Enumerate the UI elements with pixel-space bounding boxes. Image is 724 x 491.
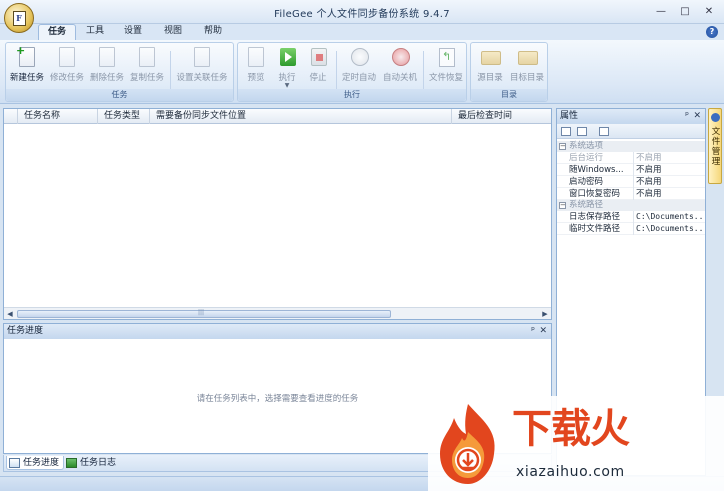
stop-icon	[308, 46, 328, 68]
stop-button[interactable]: 停止	[303, 46, 333, 83]
tab-settings[interactable]: 设置	[116, 24, 150, 40]
restore-icon	[436, 46, 456, 68]
target-dir-button[interactable]: 目标目录	[508, 46, 546, 83]
collapse-icon[interactable]: −	[559, 143, 566, 150]
tab-help[interactable]: 帮助	[196, 24, 230, 40]
pin-icon[interactable]: ᵖ	[685, 109, 689, 124]
column-header-task-type[interactable]: 任务类型	[98, 109, 150, 124]
delete-task-button[interactable]: 删除任务	[88, 46, 126, 83]
task-list-panel[interactable]: 任务名称 任务类型 需要备份同步文件位置 最后检查时间 ◀ ||| ▶	[3, 108, 552, 320]
column-header-last-check[interactable]: 最后检查时间	[452, 109, 551, 124]
timed-auto-button[interactable]: 定时自动	[339, 46, 379, 83]
progress-title: 任务进度	[7, 326, 44, 336]
watermark: 下载火 xiazaihuo.com	[428, 396, 724, 491]
property-category[interactable]: − 系统选项	[557, 141, 705, 152]
app-logo-icon: F	[12, 10, 26, 26]
tab-view[interactable]: 视图	[156, 24, 190, 40]
side-tab-label: 文件管理	[711, 127, 721, 167]
watermark-title: 下载火	[512, 406, 630, 452]
ribbon-group-task: + 新建任务 修改任务 删除任务 复制任务 设置关联任务 任务	[5, 42, 234, 102]
ribbon-tab-bar: 任务 工具 设置 视图 帮助 ?	[0, 24, 724, 40]
alphabetical-icon[interactable]	[577, 127, 587, 136]
ribbon-group-label: 任务	[6, 89, 233, 101]
title-bar: FileGee 个人文件同步备份系统 9.4.7 — □ ✕	[0, 0, 724, 24]
property-row[interactable]: 后台运行 不启用	[557, 152, 705, 164]
preview-icon	[246, 46, 266, 68]
file-restore-button[interactable]: 文件恢复	[426, 46, 466, 83]
copy-task-icon	[137, 46, 157, 68]
run-button[interactable]: 执行 ▼	[272, 46, 302, 89]
column-header-task-name[interactable]: 任务名称	[18, 109, 98, 124]
folder-icon	[517, 46, 538, 68]
property-grid: − 系统选项 后台运行 不启用 随Windows... 不启用 启动密码 不启用…	[557, 141, 705, 235]
flame-logo-icon	[440, 404, 495, 484]
edit-task-button[interactable]: 修改任务	[48, 46, 86, 83]
horizontal-scrollbar[interactable]: ◀ ||| ▶	[4, 307, 551, 319]
progress-icon	[9, 458, 20, 468]
ribbon-separator	[336, 51, 337, 89]
ribbon-group-label: 目录	[471, 89, 547, 101]
window-controls: — □ ✕	[650, 3, 720, 19]
new-task-button[interactable]: + 新建任务	[8, 44, 46, 83]
ribbon-group-directory: 源目录 目标目录 目录	[470, 42, 548, 102]
scroll-grip-icon: |||	[198, 309, 205, 316]
scroll-right-icon[interactable]: ▶	[540, 309, 550, 319]
source-dir-button[interactable]: 源目录	[473, 46, 507, 83]
property-row[interactable]: 临时文件路径 C:\Documents...	[557, 223, 705, 235]
ribbon: + 新建任务 修改任务 删除任务 复制任务 设置关联任务 任务 预览 执行 ▼ …	[0, 40, 724, 104]
property-row[interactable]: 日志保存路径 C:\Documents...	[557, 211, 705, 223]
column-header-location[interactable]: 需要备份同步文件位置	[150, 109, 452, 124]
info-icon	[711, 113, 720, 122]
tab-tools[interactable]: 工具	[78, 24, 112, 40]
link-task-button[interactable]: 设置关联任务	[172, 46, 232, 83]
new-task-icon: +	[16, 44, 37, 68]
window-title: FileGee 个人文件同步备份系统 9.4.7	[274, 9, 450, 20]
save-icon[interactable]	[599, 127, 609, 136]
close-icon[interactable]: ✕	[693, 109, 701, 124]
minimize-button[interactable]: —	[650, 3, 672, 19]
link-task-icon	[192, 46, 212, 68]
ribbon-separator	[423, 51, 424, 89]
tab-task[interactable]: 任务	[38, 24, 76, 40]
maximize-button[interactable]: □	[674, 3, 696, 19]
properties-title: 属性	[560, 111, 579, 121]
properties-header: 属性 ᵖ ✕	[557, 109, 705, 124]
folder-icon	[480, 46, 501, 68]
ribbon-group-execute: 预览 执行 ▼ 停止 定时自动 自动关机 文件恢复 执行	[237, 42, 467, 102]
close-icon[interactable]: ✕	[539, 324, 547, 339]
auto-shutdown-button[interactable]: 自动关机	[380, 46, 420, 83]
side-tab-file-manager[interactable]: 文件管理	[708, 108, 722, 184]
ribbon-separator	[170, 51, 171, 89]
property-row[interactable]: 窗口恢复密码 不启用	[557, 188, 705, 200]
pin-icon[interactable]: ᵖ	[531, 324, 535, 339]
tab-task-progress[interactable]: 任务进度	[6, 456, 65, 470]
scroll-left-icon[interactable]: ◀	[5, 309, 15, 319]
power-icon	[390, 46, 410, 68]
close-button[interactable]: ✕	[698, 3, 720, 19]
delete-task-icon	[97, 46, 117, 68]
watermark-url: xiazaihuo.com	[516, 464, 625, 480]
clock-icon	[349, 46, 369, 68]
edit-task-icon	[57, 46, 77, 68]
play-icon	[277, 46, 297, 68]
copy-task-button[interactable]: 复制任务	[128, 46, 166, 83]
task-list-header: 任务名称 任务类型 需要备份同步文件位置 最后检查时间	[4, 109, 551, 124]
property-category[interactable]: − 系统路径	[557, 200, 705, 211]
categorized-icon[interactable]	[561, 127, 571, 136]
ribbon-group-label: 执行	[238, 89, 466, 101]
log-icon	[66, 458, 77, 468]
tab-task-log[interactable]: 任务日志	[64, 456, 116, 470]
property-row[interactable]: 启动密码 不启用	[557, 176, 705, 188]
app-menu-button[interactable]: F	[4, 3, 34, 33]
help-icon[interactable]: ?	[706, 26, 718, 38]
progress-header: 任务进度 ᵖ ✕	[4, 324, 551, 339]
preview-button[interactable]: 预览	[241, 46, 271, 83]
collapse-icon[interactable]: −	[559, 202, 566, 209]
properties-toolbar	[557, 124, 705, 139]
column-header-blank	[4, 109, 18, 124]
scrollbar-thumb[interactable]: |||	[17, 309, 391, 318]
property-row[interactable]: 随Windows... 不启用	[557, 164, 705, 176]
